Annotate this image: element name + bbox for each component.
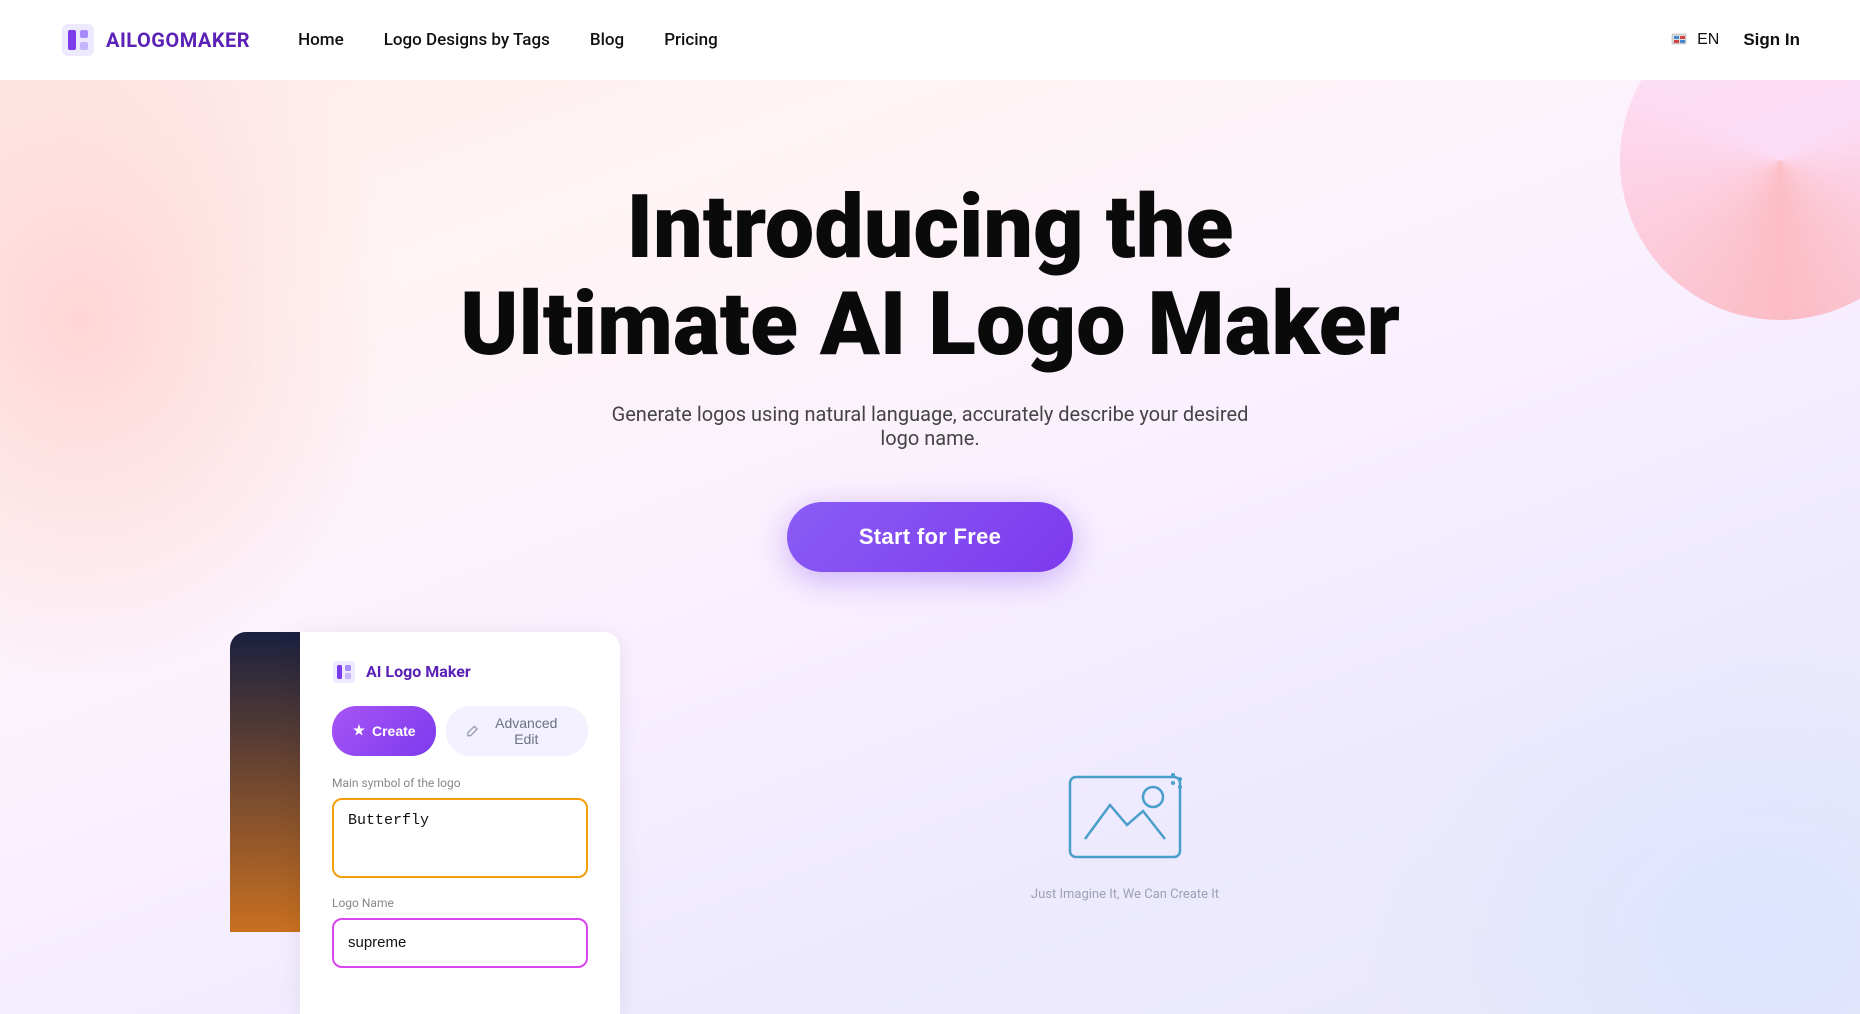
- lang-label: EN: [1697, 31, 1719, 49]
- navbar: AILOGOMAKER Home Logo Designs by Tags Bl…: [0, 0, 1860, 80]
- symbol-field-label: Main symbol of the logo: [332, 776, 588, 790]
- edit-icon: [466, 724, 479, 738]
- app-preview: AI Logo Maker Create Advanced Edit: [230, 632, 1630, 1014]
- logo-text: AILOGOMAKER: [106, 28, 250, 52]
- nav-item-home[interactable]: Home: [298, 30, 344, 50]
- nav-home-link[interactable]: Home: [298, 30, 344, 50]
- logo-name-field-group: Logo Name: [332, 896, 588, 968]
- preview-sidebar-strip: [230, 632, 300, 932]
- preview-bottom-text: Just Imagine It, We Can Create It: [1031, 887, 1219, 902]
- tab-advanced-button[interactable]: Advanced Edit: [446, 706, 588, 756]
- preview-image-placeholder: [1055, 757, 1195, 877]
- hero-subtitle: Generate logos using natural language, a…: [590, 402, 1270, 450]
- app-card: AI Logo Maker Create Advanced Edit: [300, 632, 620, 1014]
- symbol-field-group: Main symbol of the logo: [332, 776, 588, 878]
- nav-pricing-link[interactable]: Pricing: [664, 30, 718, 50]
- nav-links: Home Logo Designs by Tags Blog Pricing: [298, 30, 718, 50]
- app-card-header: AI Logo Maker: [332, 660, 588, 684]
- nav-logo-designs-link[interactable]: Logo Designs by Tags: [384, 30, 550, 50]
- app-card-tabs: Create Advanced Edit: [332, 706, 588, 756]
- language-button[interactable]: EN: [1671, 30, 1719, 50]
- app-card-title: AI Logo Maker: [366, 662, 471, 681]
- logo-name-input[interactable]: [332, 918, 588, 968]
- hero-content: Introducing the Ultimate AI Logo Maker G…: [230, 80, 1630, 1014]
- app-card-logo-icon: [332, 660, 356, 684]
- nav-item-pricing[interactable]: Pricing: [664, 30, 718, 50]
- star-icon: [352, 724, 366, 738]
- globe-icon: [1671, 30, 1691, 50]
- deco-circle: [1620, 80, 1860, 320]
- nav-right: EN Sign In: [1671, 30, 1800, 50]
- symbol-field-input[interactable]: [332, 798, 588, 878]
- preview-right: Just Imagine It, We Can Create It: [620, 632, 1630, 932]
- hero-title: Introducing the Ultimate AI Logo Maker: [460, 180, 1400, 374]
- nav-item-blog[interactable]: Blog: [590, 30, 624, 50]
- hero-title-line1: Introducing the: [626, 176, 1233, 279]
- logo-link[interactable]: AILOGOMAKER: [60, 22, 250, 58]
- sign-in-button[interactable]: Sign In: [1743, 30, 1800, 50]
- nav-blog-link[interactable]: Blog: [590, 30, 624, 50]
- logo-icon: [60, 22, 96, 58]
- nav-left: AILOGOMAKER Home Logo Designs by Tags Bl…: [60, 22, 718, 58]
- tab-create-button[interactable]: Create: [332, 706, 436, 756]
- logo-name-label: Logo Name: [332, 896, 588, 910]
- cta-button[interactable]: Start for Free: [787, 502, 1073, 572]
- hero-title-line2: Ultimate AI Logo Maker: [460, 273, 1400, 376]
- hero-section: Introducing the Ultimate AI Logo Maker G…: [0, 80, 1860, 1014]
- nav-item-logo-designs[interactable]: Logo Designs by Tags: [384, 30, 550, 50]
- image-placeholder-icon: [1065, 767, 1185, 867]
